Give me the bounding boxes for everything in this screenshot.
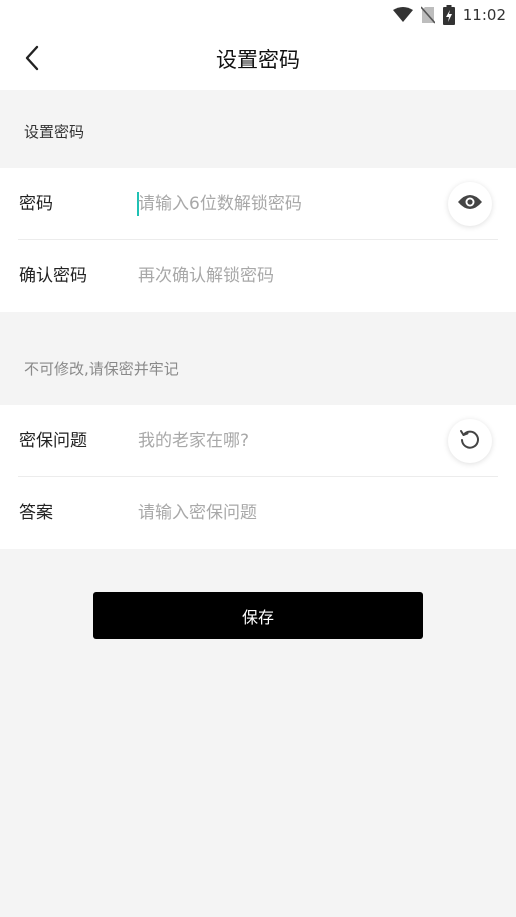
security-question-field[interactable] (138, 429, 428, 453)
page-title: 设置密码 (216, 48, 300, 72)
security-question-row[interactable]: 密保问题 (0, 405, 516, 477)
app-header: 设置密码 (0, 30, 516, 90)
save-button[interactable]: 保存 (93, 592, 423, 639)
refresh-icon (458, 427, 482, 455)
answer-label: 答案 (19, 503, 53, 523)
password-row: 密码 (0, 168, 516, 240)
password-label: 密码 (19, 194, 53, 214)
chevron-left-icon (24, 45, 40, 75)
status-time: 11:02 (462, 6, 506, 24)
answer-input[interactable] (138, 501, 428, 525)
battery-charging-icon (442, 5, 455, 25)
wifi-icon (392, 7, 413, 23)
security-card: 密保问题 答案 (0, 405, 516, 549)
status-bar: 11:02 (0, 0, 516, 30)
confirm-password-row: 确认密码 (0, 240, 516, 312)
security-question-label: 密保问题 (19, 431, 87, 451)
eye-icon (457, 193, 483, 215)
password-section-label: 设置密码 (24, 123, 85, 141)
answer-row: 答案 (0, 477, 516, 549)
confirm-password-label: 确认密码 (19, 266, 87, 286)
password-card: 密码 确认密码 (0, 168, 516, 312)
no-sim-icon (420, 6, 435, 24)
confirm-password-input[interactable] (138, 264, 428, 288)
security-note: 不可修改,请保密并牢记 (24, 360, 179, 378)
refresh-question-button[interactable] (448, 419, 492, 463)
toggle-password-visibility-button[interactable] (448, 182, 492, 226)
back-button[interactable] (12, 42, 52, 78)
password-input[interactable] (138, 192, 428, 216)
